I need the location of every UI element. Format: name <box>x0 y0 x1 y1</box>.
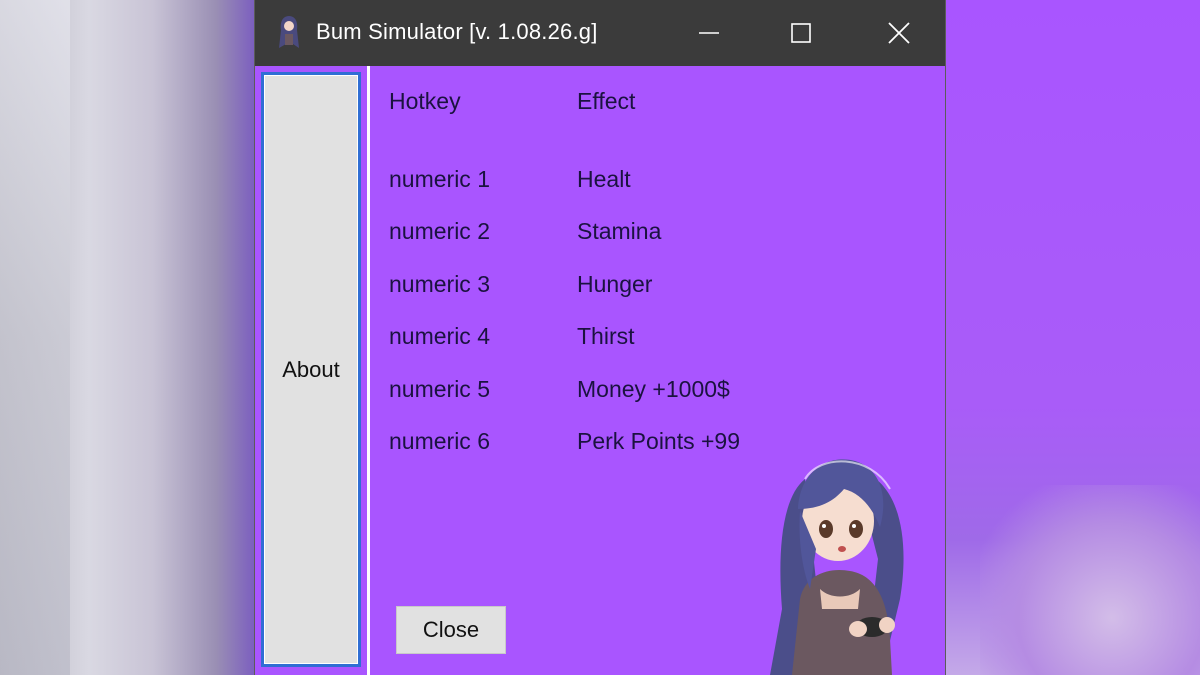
close-icon <box>888 22 910 44</box>
background-left <box>0 0 254 675</box>
hotkey-header: Hotkey <box>389 88 461 114</box>
effect-cell: Thirst <box>577 323 635 349</box>
title-bar[interactable]: Bum Simulator [v. 1.08.26.g] <box>255 0 945 66</box>
effect-cell: Hunger <box>577 271 653 297</box>
maximize-button[interactable] <box>755 0 847 66</box>
hotkey-cell: numeric 2 <box>389 218 490 244</box>
window-title: Bum Simulator [v. 1.08.26.g] <box>316 19 598 44</box>
close-window-button[interactable] <box>853 0 945 66</box>
effect-header: Effect <box>577 88 636 114</box>
hotkey-panel: About Hotkey Effect numeric 1 Healt nume… <box>255 66 945 675</box>
trainer-window: Bum Simulator [v. 1.08.26.g] About Hotke… <box>254 0 946 675</box>
hotkey-cell: numeric 5 <box>389 376 490 402</box>
hotkey-cell: numeric 1 <box>389 166 490 192</box>
maximize-icon <box>791 23 811 43</box>
about-button[interactable]: About <box>261 72 361 667</box>
hotkey-cell: numeric 3 <box>389 271 490 297</box>
effect-cell: Money +1000$ <box>577 376 730 402</box>
effect-cell: Perk Points +99 <box>577 428 741 454</box>
minimize-button[interactable] <box>663 0 755 66</box>
background-right <box>946 0 1200 675</box>
anime-mascot-image <box>770 459 904 675</box>
hotkey-cell: numeric 6 <box>389 428 490 454</box>
effect-cell: Healt <box>577 166 631 192</box>
minimize-icon <box>699 32 719 34</box>
panel-divider <box>367 66 370 675</box>
effect-cell: Stamina <box>577 218 662 244</box>
anime-character-icon <box>277 14 301 50</box>
close-button[interactable]: Close <box>396 606 506 654</box>
hotkey-cell: numeric 4 <box>389 323 490 349</box>
